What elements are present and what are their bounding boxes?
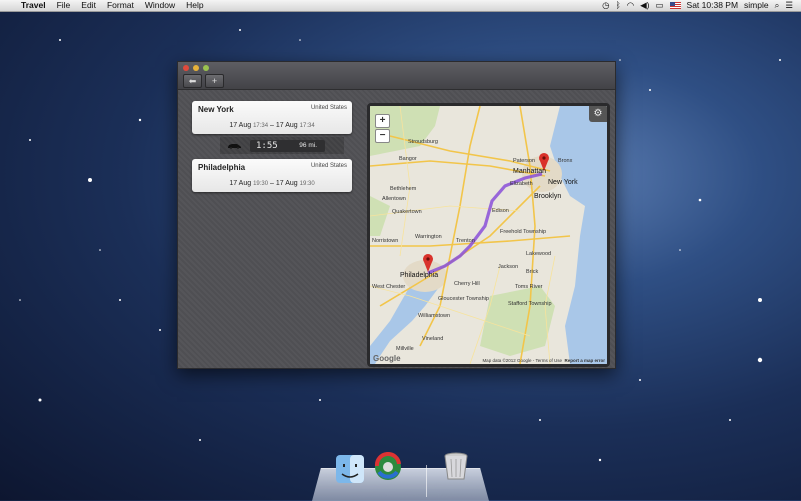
- stop-date-to: 17 Aug: [275, 122, 298, 129]
- google-logo: Google: [373, 354, 401, 363]
- minimize-button[interactable]: [193, 65, 199, 71]
- map-label: Allentown: [382, 196, 406, 202]
- map-label: Philadelphia: [400, 272, 439, 279]
- map-settings-gear-icon[interactable]: ⚙: [589, 106, 607, 122]
- time-machine-icon[interactable]: [373, 452, 403, 482]
- add-stop-button[interactable]: +: [205, 74, 224, 88]
- zoom-out-button[interactable]: −: [375, 129, 390, 143]
- stop-date-to: 17 Aug: [275, 180, 298, 187]
- stop-card-new-york[interactable]: New York United States 17 Aug 17:34 – 17…: [192, 101, 352, 134]
- map-label: Bangor: [399, 156, 417, 162]
- close-button[interactable]: [183, 65, 189, 71]
- status-area: ◷ ᛒ ◠ ◀) ▭ Sat 10:38 PM simple ⌕ ☰: [602, 0, 793, 11]
- report-map-error-link[interactable]: Report a map error: [564, 358, 605, 363]
- battery-icon[interactable]: ▭: [656, 0, 664, 11]
- map-label: Norristown: [372, 238, 399, 244]
- notification-center-icon[interactable]: ☰: [785, 0, 793, 11]
- stop-card-philadelphia[interactable]: Philadelphia United States 17 Aug 19:30 …: [192, 159, 352, 192]
- map-label: Trenton: [456, 238, 475, 244]
- route-map[interactable]: + − ⚙ Stroudsburg Bangor Paterson Bronx …: [367, 103, 610, 367]
- travel-window: ⬅ + New York United States 17 Aug 17:34 …: [177, 61, 616, 369]
- back-button[interactable]: ⬅: [183, 74, 202, 88]
- zoom-button[interactable]: [203, 65, 209, 71]
- stop-date-from: 17 Aug: [229, 180, 252, 187]
- car-icon: [228, 144, 241, 149]
- stop-city: New York: [198, 105, 234, 114]
- stop-time-from: 17:34: [253, 123, 269, 129]
- menu-edit[interactable]: Edit: [81, 0, 96, 11]
- bluetooth-icon[interactable]: ᛒ: [616, 0, 621, 11]
- stop-time-to: 19:30: [299, 181, 315, 187]
- stop-country: United States: [310, 163, 347, 169]
- menu-app-name[interactable]: Travel: [21, 0, 46, 11]
- menu-help[interactable]: Help: [186, 0, 203, 11]
- map-label: Toms River: [515, 284, 543, 290]
- map-label: Brooklyn: [534, 193, 562, 200]
- stop-time-to: 17:34: [299, 123, 315, 129]
- map-label: Stafford Township: [508, 301, 552, 307]
- route-distance: 96 mi.: [299, 142, 317, 149]
- zoom-in-button[interactable]: +: [375, 114, 390, 128]
- map-label: Elizabeth: [510, 181, 533, 187]
- window-controls: [183, 65, 209, 71]
- map-label: Lakewood: [526, 251, 552, 257]
- map-label: Brick: [526, 269, 539, 275]
- map-label: New York: [548, 179, 578, 186]
- map-terms-link[interactable]: Map data ©2012 Google - Terms of Use: [482, 358, 562, 363]
- time-machine-status-icon[interactable]: ◷: [602, 0, 609, 11]
- menu-format[interactable]: Format: [107, 0, 134, 11]
- stop-time-from: 19:30: [253, 181, 269, 187]
- map-label: Bethlehem: [390, 186, 417, 192]
- stop-city: Philadelphia: [198, 163, 246, 172]
- map-label: Manhattan: [513, 168, 547, 175]
- window-titlebar[interactable]: ⬅ +: [178, 62, 615, 90]
- route-segment[interactable]: 1:55 96 mi.: [220, 137, 344, 154]
- dock-divider: [426, 465, 427, 497]
- spotlight-search-icon[interactable]: ⌕: [775, 0, 780, 11]
- plus-icon: +: [211, 76, 218, 86]
- menu-file[interactable]: File: [57, 0, 71, 11]
- volume-icon[interactable]: ◀): [640, 0, 649, 11]
- menubar-clock[interactable]: Sat 10:38 PM: [687, 0, 739, 11]
- map-label: West Chester: [372, 284, 406, 290]
- map-label: Gloucester Township: [438, 296, 489, 302]
- menu-window[interactable]: Window: [145, 0, 175, 11]
- stop-dates: 17 Aug 19:30 – 17 Aug 19:30: [229, 180, 315, 187]
- input-source-flag-icon[interactable]: [669, 2, 681, 9]
- map-label: Vineland: [422, 336, 444, 342]
- stop-country: United States: [310, 105, 347, 111]
- route-duration: 1:55: [256, 140, 278, 151]
- wifi-icon[interactable]: ◠: [627, 0, 634, 11]
- map-label: Millville: [396, 346, 414, 352]
- menubar-user[interactable]: simple: [744, 0, 769, 11]
- map-label: Quakertown: [392, 209, 422, 215]
- map-label: Stroudsburg: [408, 139, 438, 145]
- finder-icon[interactable]: [335, 454, 365, 484]
- map-label: Bronx: [558, 158, 573, 164]
- trash-icon[interactable]: [441, 451, 471, 481]
- map-label: Paterson: [513, 158, 536, 164]
- map-label: Edison: [492, 208, 509, 214]
- stop-date-from: 17 Aug: [229, 122, 252, 129]
- window-content: New York United States 17 Aug 17:34 – 17…: [178, 90, 615, 368]
- map-label: Freehold Township: [500, 229, 547, 235]
- map-label: Warrington: [415, 234, 442, 240]
- map-canvas[interactable]: [370, 106, 607, 364]
- route-info-box: 1:55 96 mi.: [250, 139, 325, 152]
- map-label: Williamstown: [418, 313, 451, 319]
- map-label: Jackson: [498, 264, 519, 270]
- menu-bar: Travel File Edit Format Window Help ◷ ᛒ …: [0, 0, 801, 12]
- map-label: Cherry Hill: [454, 281, 480, 287]
- stop-dates: 17 Aug 17:34 – 17 Aug 17:34: [229, 122, 315, 129]
- back-arrow-icon: ⬅: [188, 76, 197, 86]
- map-attribution: Map data ©2012 Google - Terms of Use Rep…: [482, 358, 605, 363]
